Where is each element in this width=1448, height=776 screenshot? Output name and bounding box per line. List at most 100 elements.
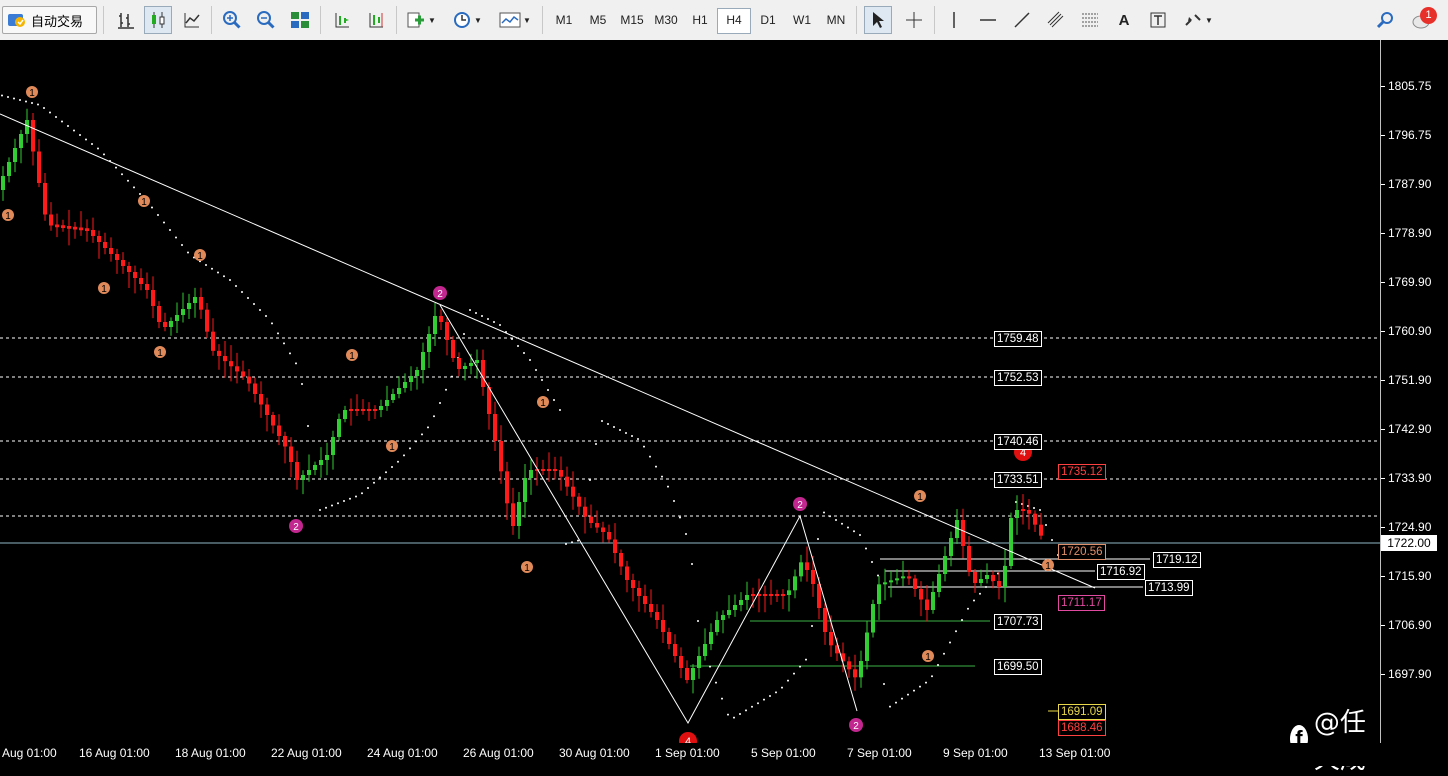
- time-axis[interactable]: Aug 01:00 16 Aug 01:00 18 Aug 01:00 22 A…: [0, 743, 1380, 766]
- bar-chart-button[interactable]: [112, 6, 140, 34]
- candle-body: [571, 486, 575, 497]
- candlestick-chart-button[interactable]: [144, 6, 172, 34]
- sar-dot: [595, 443, 597, 445]
- sar-dot: [391, 466, 393, 468]
- candle-body: [79, 227, 83, 231]
- equidistant-channel-button[interactable]: [1042, 6, 1070, 34]
- candle-body: [961, 520, 965, 546]
- search-icon: [1376, 12, 1393, 29]
- sar-dot: [229, 279, 231, 281]
- fibonacci-button[interactable]: [1076, 6, 1104, 34]
- search-button[interactable]: [1372, 6, 1398, 34]
- templates-button[interactable]: ▼: [496, 6, 534, 34]
- sar-dot: [73, 129, 75, 132]
- sar-dot: [403, 454, 405, 457]
- text-tool-button[interactable]: A: [1110, 6, 1138, 34]
- notifications-button[interactable]: 1: [1408, 6, 1438, 34]
- candle-body: [349, 409, 353, 411]
- candle-body: [13, 148, 17, 162]
- timeframe-m15[interactable]: M15: [616, 8, 648, 32]
- sar-dot: [535, 369, 537, 371]
- candle-body: [397, 388, 401, 394]
- svg-text:2: 2: [437, 289, 443, 300]
- candlestick-icon: [152, 12, 165, 28]
- sar-dot: [97, 147, 99, 150]
- text-label-button[interactable]: [1144, 6, 1172, 34]
- sar-dot: [277, 332, 279, 335]
- svg-text:1: 1: [1045, 561, 1051, 572]
- timeframe-h4[interactable]: H4: [717, 8, 751, 34]
- svg-text:1: 1: [5, 211, 11, 222]
- auto-scroll-button[interactable]: [328, 6, 356, 34]
- timeframe-h1[interactable]: H1: [684, 8, 716, 32]
- sar-dot: [499, 324, 501, 326]
- candle-body: [421, 352, 425, 370]
- candle-body: [133, 272, 137, 278]
- candle-body: [439, 316, 443, 322]
- auto-trading-button[interactable]: 自动交易: [2, 6, 97, 34]
- candle-body: [589, 516, 593, 523]
- indicators-button[interactable]: ▼: [402, 6, 440, 34]
- timeframe-m30[interactable]: M30: [650, 8, 682, 32]
- vertical-line-button[interactable]: [940, 6, 968, 34]
- candle-body: [595, 523, 599, 528]
- line-chart-button[interactable]: [178, 6, 206, 34]
- timeframe-mn[interactable]: MN: [820, 8, 852, 32]
- candle-body: [751, 594, 755, 596]
- candle-body: [163, 322, 167, 327]
- crosshair-tool-button[interactable]: [900, 6, 928, 34]
- sar-dot: [973, 599, 975, 602]
- candle-body: [739, 600, 743, 605]
- chart-area[interactable]: 1 1 1 1 1 1 1 1 1 1 1 1 1 2 2 2 2 4 4 17…: [0, 40, 1380, 775]
- sar-dot: [847, 526, 849, 529]
- candle-body: [325, 455, 329, 460]
- arrows-button[interactable]: ▼: [1178, 6, 1218, 34]
- dropdown-arrow-icon: ▼: [1205, 15, 1213, 25]
- separator: [103, 6, 104, 34]
- svg-text:1: 1: [917, 492, 923, 503]
- candle-body: [643, 596, 647, 604]
- sar-dot: [697, 620, 699, 622]
- timeframe-w1[interactable]: W1: [786, 8, 818, 32]
- timeframe-m1[interactable]: M1: [548, 8, 580, 32]
- sar-dot: [271, 322, 273, 325]
- cursor-tool-button[interactable]: [864, 6, 892, 34]
- separator: [542, 6, 543, 34]
- sar-dot: [331, 504, 333, 507]
- candle-body: [1027, 510, 1031, 514]
- candle-body: [331, 437, 335, 455]
- svg-text:1: 1: [349, 351, 355, 362]
- candle-body: [253, 383, 257, 394]
- wave-marker-1: 1: [98, 282, 110, 295]
- sar-dot: [169, 229, 171, 231]
- price-tick: 1724.90: [1380, 520, 1432, 534]
- zoom-out-button[interactable]: [252, 6, 280, 34]
- level-label-1707: 1707.73: [994, 614, 1042, 630]
- sar-dot: [763, 698, 765, 701]
- periods-button[interactable]: ▼: [448, 6, 486, 34]
- candle-body: [319, 460, 323, 465]
- chart-shift-button[interactable]: [362, 6, 390, 34]
- candle-body: [409, 376, 413, 382]
- sar-dot: [931, 675, 933, 678]
- candle-body: [265, 404, 269, 415]
- candle-body: [481, 360, 485, 387]
- sar-dot: [721, 697, 723, 700]
- wave-marker-1: 1: [1042, 559, 1054, 572]
- price-scale[interactable]: 1805.75 1796.75 1787.90 1778.90 1769.90 …: [1380, 40, 1448, 743]
- sar-dot: [259, 309, 261, 311]
- trendline-button[interactable]: [1008, 6, 1036, 34]
- sar-dot: [451, 375, 453, 378]
- svg-text:1: 1: [925, 652, 931, 663]
- timeframe-m5[interactable]: M5: [582, 8, 614, 32]
- tile-windows-button[interactable]: [286, 6, 314, 34]
- candle-body: [769, 594, 773, 596]
- candle-body: [193, 297, 197, 303]
- sar-dot: [19, 99, 21, 101]
- zoom-in-button[interactable]: [218, 6, 246, 34]
- candle-body: [49, 214, 53, 226]
- sar-dot: [121, 173, 123, 176]
- timeframe-d1[interactable]: D1: [752, 8, 784, 32]
- horizontal-line-button[interactable]: [974, 6, 1002, 34]
- svg-text:1: 1: [197, 251, 203, 262]
